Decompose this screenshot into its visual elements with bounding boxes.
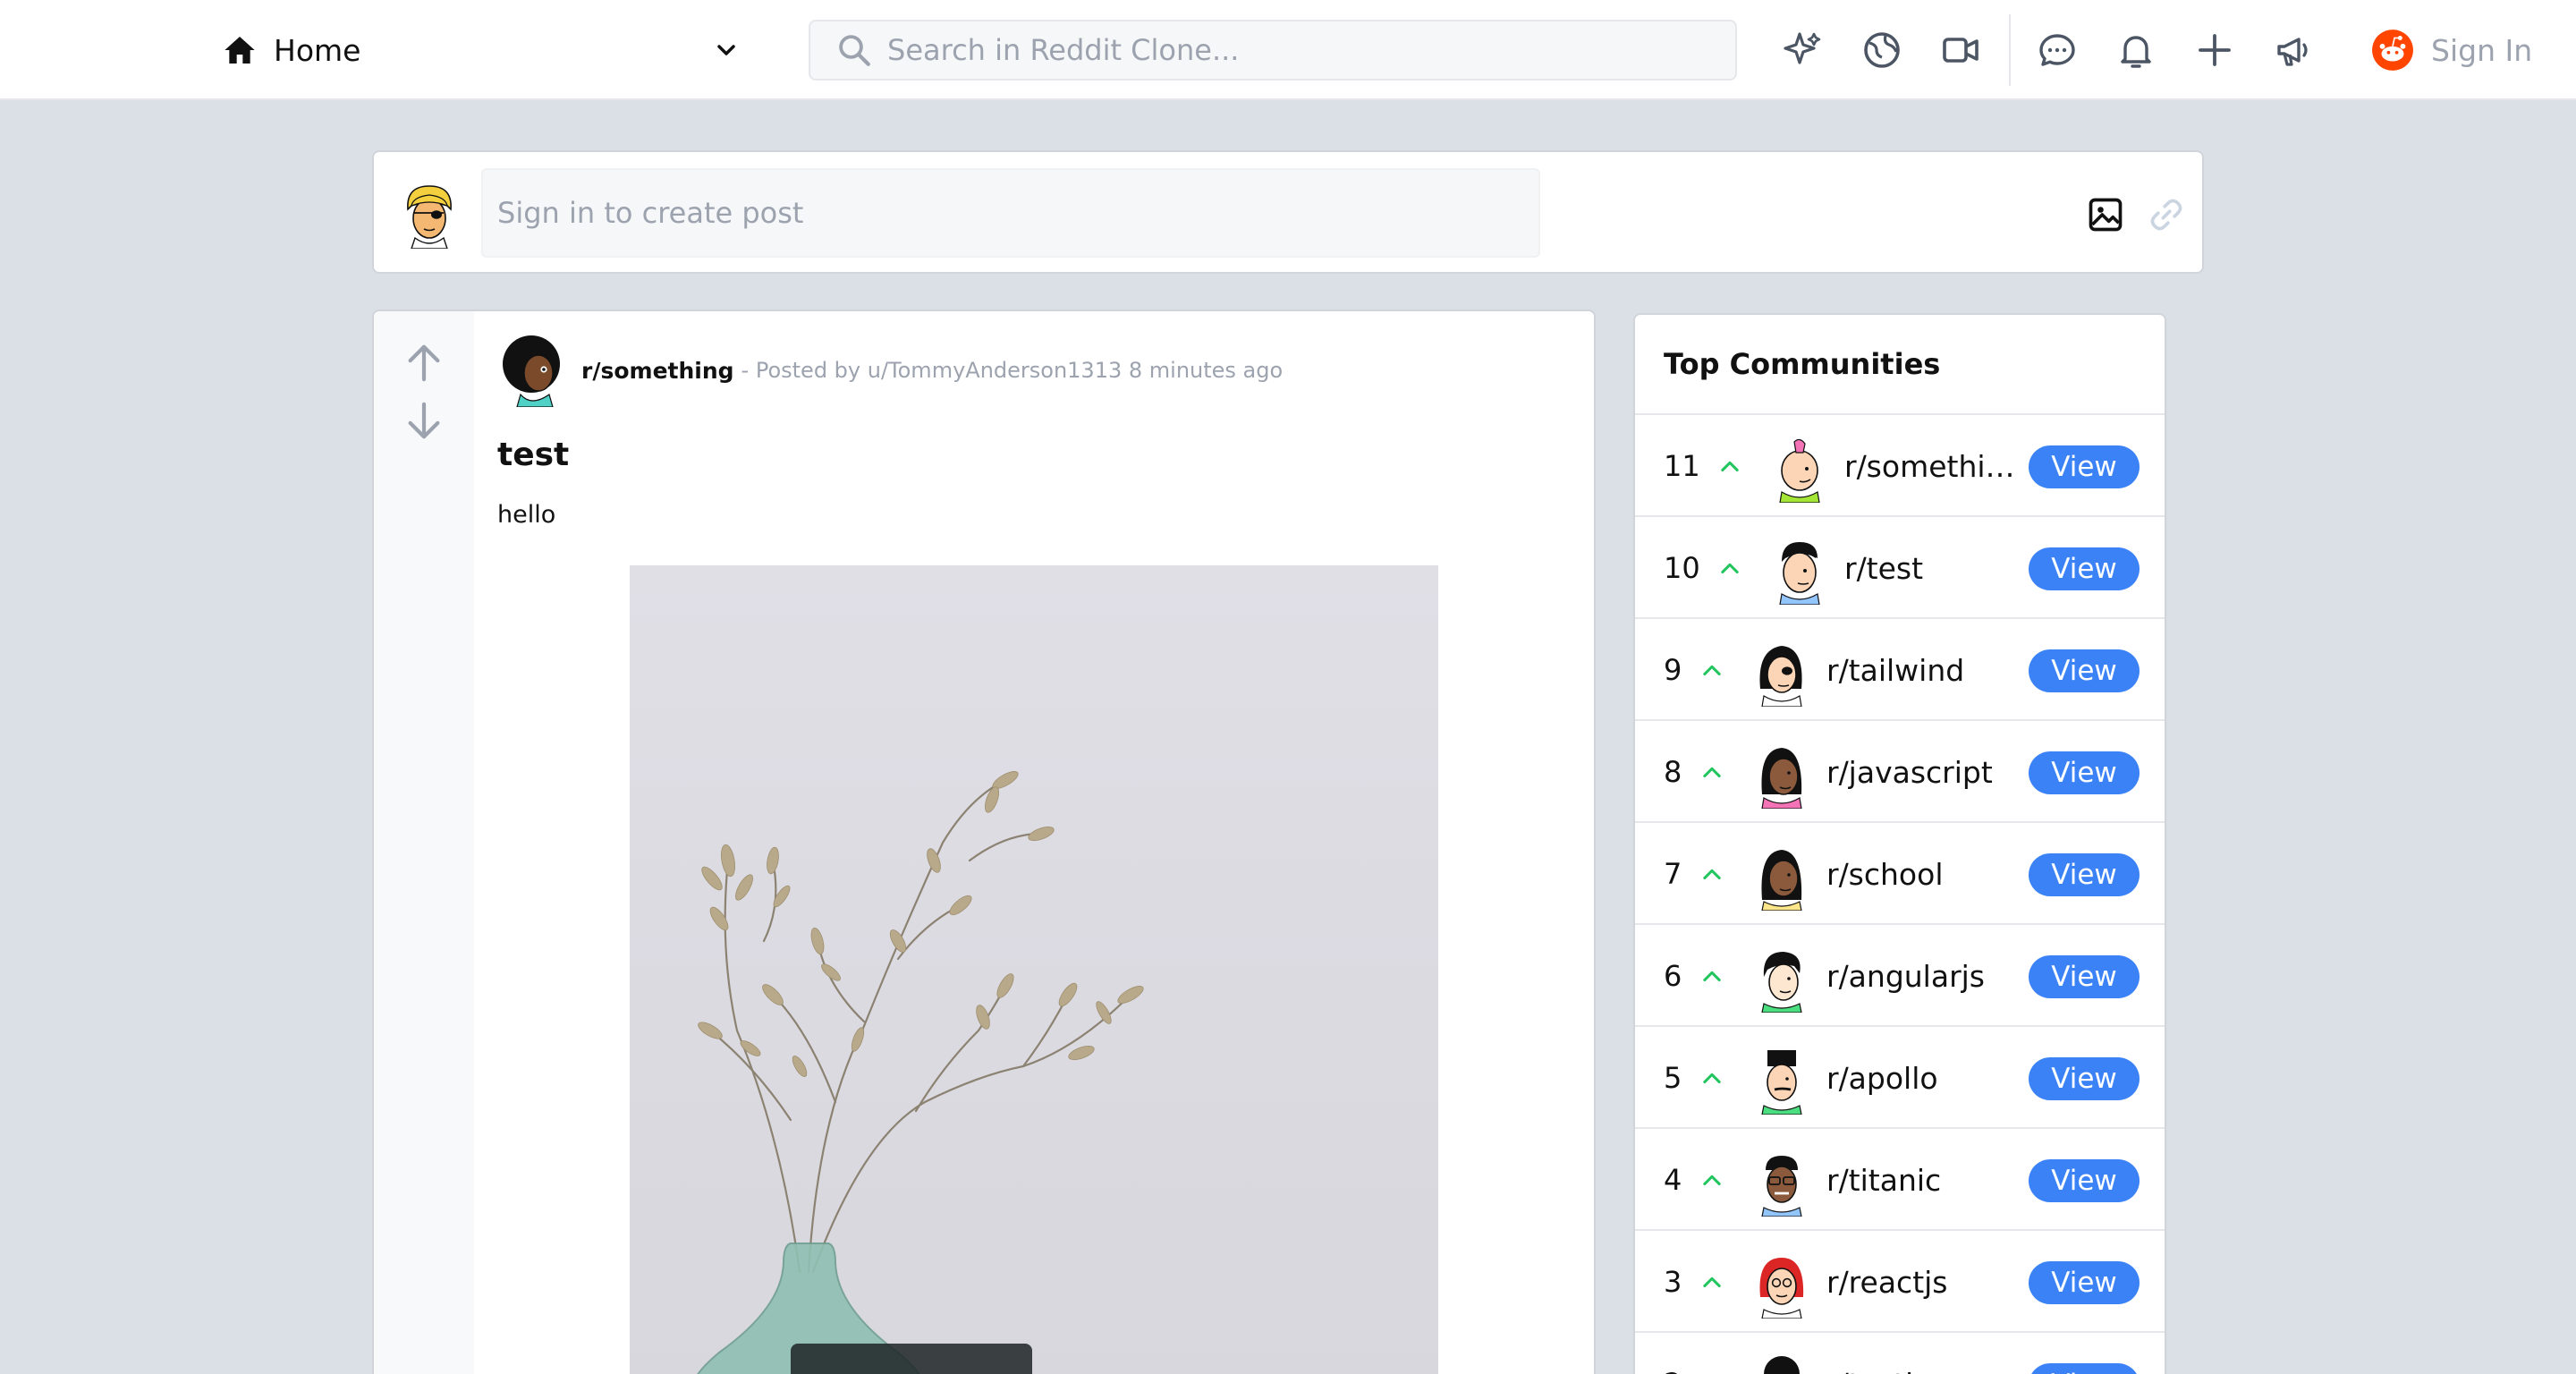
post-title[interactable]: test xyxy=(497,437,569,473)
community-rank: 4 xyxy=(1664,1163,1682,1197)
vote-column xyxy=(374,311,474,1374)
chevron-up-icon xyxy=(1703,1175,1721,1186)
community-name[interactable]: r/tailwind xyxy=(1826,653,2020,688)
chat-icon[interactable] xyxy=(2036,29,2079,72)
reddit-logo-icon xyxy=(2372,30,2413,71)
community-row[interactable]: 6 r/angularjs View xyxy=(1635,925,2165,1027)
community-row[interactable]: 4 r/titanic View xyxy=(1635,1129,2165,1231)
community-avatar xyxy=(1761,1156,1802,1217)
chevron-up-icon xyxy=(1703,767,1721,778)
community-row[interactable]: 2 r/testing View xyxy=(1635,1333,2165,1374)
globe-icon[interactable] xyxy=(1860,29,1903,72)
chevron-up-icon xyxy=(1721,461,1739,472)
community-row[interactable]: 3 r/reactjs View xyxy=(1635,1231,2165,1333)
community-rank: 3 xyxy=(1664,1265,1682,1299)
community-name[interactable]: r/apollo xyxy=(1826,1061,2020,1096)
subreddit-avatar xyxy=(503,335,560,407)
link-icon[interactable] xyxy=(2147,195,2186,234)
chevron-up-icon xyxy=(1703,665,1721,676)
view-community-button[interactable]: View xyxy=(2029,1057,2140,1100)
community-rank: 6 xyxy=(1664,959,1682,993)
view-community-button[interactable]: View xyxy=(2029,1261,2140,1304)
post-subreddit-link[interactable]: r/something xyxy=(581,358,734,384)
community-avatar xyxy=(1764,1356,1800,1374)
post-body: hello xyxy=(497,501,556,529)
search-bar[interactable] xyxy=(809,20,1737,81)
community-row[interactable]: 5 r/apollo View xyxy=(1635,1027,2165,1129)
community-name[interactable]: r/titanic xyxy=(1826,1163,2020,1198)
community-rank: 10 xyxy=(1664,551,1700,585)
downvote-arrow-icon[interactable] xyxy=(406,401,442,442)
community-name[interactable]: r/angularjs xyxy=(1826,959,2020,994)
community-avatar xyxy=(1761,952,1802,1013)
view-community-button[interactable]: View xyxy=(2029,1159,2140,1202)
community-avatar xyxy=(1761,850,1802,911)
create-post-bar: Sign in to create post xyxy=(372,150,2204,274)
community-name[interactable]: r/test xyxy=(1844,551,2020,586)
view-community-button[interactable]: View xyxy=(2029,649,2140,692)
top-navbar: Home Search in Reddit Clone... Sign In xyxy=(0,0,2576,100)
upvote-arrow-icon[interactable] xyxy=(406,342,442,383)
video-icon[interactable] xyxy=(1939,29,1982,72)
post-meta: - Posted by u/TommyAnderson1313 8 minute… xyxy=(741,358,1284,383)
community-avatar xyxy=(1759,1258,1804,1319)
community-avatar xyxy=(1759,646,1802,707)
bell-icon[interactable] xyxy=(2114,29,2157,72)
post-header: r/something - Posted by u/TommyAnderson1… xyxy=(496,335,1284,407)
community-name[interactable]: r/reactjs xyxy=(1826,1265,2020,1300)
user-avatar xyxy=(407,185,452,249)
chevron-up-icon xyxy=(1703,971,1721,982)
view-community-button[interactable]: View xyxy=(2029,955,2140,998)
community-row[interactable]: 7 r/school View xyxy=(1635,823,2165,925)
community-rank: 8 xyxy=(1664,755,1682,789)
chevron-up-icon xyxy=(1721,563,1739,574)
community-rank: 2 xyxy=(1664,1367,1682,1374)
home-icon xyxy=(225,37,255,64)
community-row[interactable]: 11 r/something View xyxy=(1635,415,2165,517)
view-community-button[interactable]: View xyxy=(2029,547,2140,590)
community-rank: 7 xyxy=(1664,857,1682,891)
create-post-input[interactable]: Sign in to create post xyxy=(481,168,1540,258)
header-divider xyxy=(2009,14,2011,86)
chevron-up-icon xyxy=(1703,1073,1721,1084)
home-label: Home xyxy=(274,32,361,68)
top-communities-panel: Top Communities 11 r/something View 10 r… xyxy=(1633,313,2166,1374)
community-rank: 5 xyxy=(1664,1061,1682,1095)
community-row[interactable]: 9 r/tailwind View xyxy=(1635,619,2165,721)
community-row[interactable]: 10 r/test View xyxy=(1635,517,2165,619)
chevron-up-icon xyxy=(1703,869,1721,880)
sign-in-label: Sign In xyxy=(2431,32,2533,68)
sparkles-icon[interactable] xyxy=(1782,29,1825,72)
search-icon xyxy=(839,35,870,66)
community-name[interactable]: r/something xyxy=(1844,449,2020,484)
megaphone-icon[interactable] xyxy=(2272,29,2315,72)
community-rank: 9 xyxy=(1664,653,1682,687)
community-avatar xyxy=(1779,438,1820,503)
view-community-button[interactable]: View xyxy=(2029,1363,2140,1374)
view-community-button[interactable]: View xyxy=(2029,445,2140,488)
post-image[interactable] xyxy=(630,565,1438,1374)
community-name[interactable]: r/javascript xyxy=(1826,755,2020,790)
community-name[interactable]: r/testing xyxy=(1826,1367,2020,1374)
top-communities-title: Top Communities xyxy=(1635,315,2165,415)
plant-vase-photo xyxy=(697,771,1144,1374)
community-row[interactable]: 8 r/javascript View xyxy=(1635,721,2165,823)
community-avatar xyxy=(1779,542,1820,605)
post-card[interactable]: r/something - Posted by u/TommyAnderson1… xyxy=(372,310,1596,1374)
community-avatar xyxy=(1761,1050,1802,1115)
search-input[interactable] xyxy=(887,33,1692,67)
community-name[interactable]: r/school xyxy=(1826,857,2020,892)
community-avatar xyxy=(1761,748,1802,809)
chevron-down-icon xyxy=(717,45,735,55)
image-upload-icon[interactable] xyxy=(2086,195,2125,234)
view-community-button[interactable]: View xyxy=(2029,751,2140,794)
chevron-up-icon xyxy=(1703,1276,1721,1288)
community-rank: 11 xyxy=(1664,449,1700,483)
plus-icon[interactable] xyxy=(2193,29,2236,72)
home-dropdown[interactable]: Home xyxy=(215,18,766,82)
sign-in-button[interactable]: Sign In xyxy=(2370,25,2532,75)
view-community-button[interactable]: View xyxy=(2029,853,2140,896)
